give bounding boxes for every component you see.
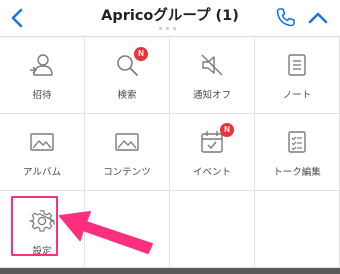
contents-icon — [115, 133, 139, 151]
menu-item-label: 招待 — [32, 90, 52, 101]
menu-item-album[interactable]: アルバム — [0, 114, 85, 191]
menu-item-search[interactable]: N 検索 — [85, 37, 170, 114]
menu-item-edit-talk[interactable]: トーク編集 — [255, 114, 340, 191]
empty-cell — [255, 191, 340, 268]
menu-item-label: イベント — [192, 167, 231, 178]
chevron-left-icon — [11, 8, 23, 28]
collapse-menu-button[interactable] — [306, 6, 330, 30]
menu-item-invite[interactable]: 招待 — [0, 37, 85, 114]
menu-item-note[interactable]: ノート — [255, 37, 340, 114]
settings-highlight-box — [11, 196, 58, 256]
menu-item-contents[interactable]: コンテンツ — [85, 114, 170, 191]
chevron-up-icon — [308, 12, 328, 24]
menu-item-label: トーク編集 — [273, 167, 321, 178]
back-button[interactable] — [6, 6, 30, 30]
chat-header: Apricoグループ (1) — [0, 0, 340, 36]
menu-item-label: ノート — [282, 90, 312, 101]
page-indicator — [159, 27, 183, 33]
mute-icon — [201, 54, 223, 76]
new-badge: N — [220, 123, 234, 137]
album-icon — [30, 133, 54, 151]
menu-item-mute[interactable]: 通知オフ — [170, 37, 255, 114]
pointer-arrow-icon — [59, 211, 153, 254]
empty-cell — [170, 191, 255, 268]
menu-item-label: アルバム — [23, 167, 61, 178]
menu-item-label: 検索 — [117, 90, 137, 101]
menu-item-event[interactable]: N イベント — [170, 114, 255, 191]
note-icon — [288, 54, 306, 76]
bottom-divider — [0, 268, 340, 274]
edit-list-icon — [288, 131, 306, 153]
phone-icon — [276, 8, 295, 27]
add-user-icon — [30, 54, 53, 76]
group-title: Apricoグループ (1) — [101, 8, 239, 24]
menu-item-label: 通知オフ — [192, 90, 231, 101]
menu-item-label: コンテンツ — [103, 167, 151, 178]
call-button[interactable] — [272, 5, 298, 31]
new-badge: N — [134, 47, 148, 61]
